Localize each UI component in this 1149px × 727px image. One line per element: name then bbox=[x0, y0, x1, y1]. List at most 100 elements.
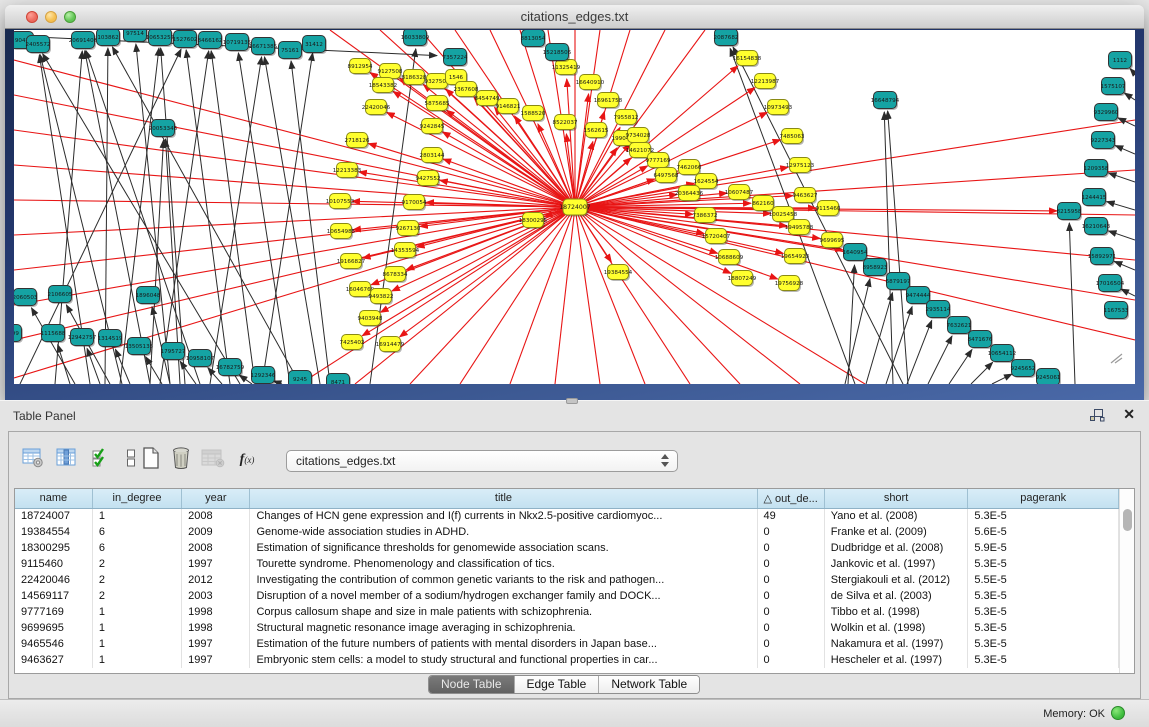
column-header-out_de[interactable]: △ out_de... bbox=[757, 489, 824, 508]
node-label: 13505135 bbox=[125, 344, 154, 350]
delete-attributes-icon[interactable] bbox=[169, 446, 193, 472]
table-cell: 5.3E-5 bbox=[968, 604, 1119, 620]
node-label: 16640910 bbox=[576, 80, 605, 86]
node-label: 97514 bbox=[126, 31, 144, 37]
chevron-up-down-icon bbox=[661, 454, 670, 470]
node-label: 1292346 bbox=[251, 373, 276, 379]
table-row[interactable]: 946554611997Estimation of the future num… bbox=[15, 636, 1119, 652]
attribute-batch-icon[interactable] bbox=[89, 446, 113, 472]
node-label: 1896048 bbox=[136, 293, 161, 299]
panel-splitter-handle[interactable] bbox=[566, 398, 578, 404]
node-label: 2087682 bbox=[714, 35, 739, 41]
memory-ok-indicator[interactable] bbox=[1111, 706, 1125, 720]
graph-edge bbox=[888, 111, 908, 384]
graph-edge bbox=[368, 144, 575, 207]
table-cell: 2003 bbox=[182, 588, 250, 604]
node-label: 19654923 bbox=[781, 254, 810, 260]
column-header-short[interactable]: short bbox=[824, 489, 968, 508]
node-label: 7386372 bbox=[693, 213, 718, 219]
table-row[interactable]: 1872400712008Changes of HCN gene express… bbox=[15, 508, 1119, 524]
node-label: 8958923 bbox=[863, 265, 888, 271]
node-label: 1527602 bbox=[173, 37, 198, 43]
table-row[interactable]: 1456911722003Disruption of a novel membe… bbox=[15, 588, 1119, 604]
table-selector-value: citations_edges.txt bbox=[296, 454, 395, 468]
column-header-pagerank[interactable]: pagerank bbox=[968, 489, 1119, 508]
node-label: 9127508 bbox=[378, 69, 403, 75]
table-selector-dropdown[interactable]: citations_edges.txt bbox=[286, 450, 678, 472]
node-label: 7425402 bbox=[340, 340, 365, 346]
network-canvas[interactable]: 8912954912750818543382818632893275081546… bbox=[14, 30, 1135, 384]
node-label: 862160 bbox=[752, 201, 774, 207]
table-cell: Changes of HCN gene expression and I(f) … bbox=[250, 508, 757, 524]
column-header-name[interactable]: name bbox=[15, 489, 92, 508]
graph-edge bbox=[410, 207, 575, 384]
column-visibility-icon[interactable] bbox=[55, 446, 79, 472]
table-cell: 1 bbox=[92, 604, 181, 620]
table-vertical-scrollbar[interactable] bbox=[1119, 489, 1134, 673]
node-label: 20364436 bbox=[675, 191, 704, 197]
node-label: 16671385 bbox=[249, 44, 278, 50]
node-label: 10688609 bbox=[715, 255, 744, 261]
node-label: 9699695 bbox=[820, 238, 845, 244]
node-label: 9242845 bbox=[420, 124, 445, 130]
node-label: 33199 bbox=[14, 331, 19, 337]
table-row[interactable]: 1830029562008Estimation of significance … bbox=[15, 540, 1119, 556]
node-label: 6497568 bbox=[654, 173, 679, 179]
table-cell: 5.9E-5 bbox=[968, 540, 1119, 556]
node-label: 2803144 bbox=[420, 153, 445, 159]
node-label: 7485063 bbox=[780, 134, 805, 140]
table-cell: 5.3E-5 bbox=[968, 508, 1119, 524]
table-row[interactable]: 969969511998Structural magnetic resonanc… bbox=[15, 620, 1119, 636]
table-cell: 18724007 bbox=[15, 508, 92, 524]
tab-network-table[interactable]: Network Table bbox=[599, 676, 699, 693]
node-label: 19756928 bbox=[775, 281, 804, 287]
table-cell: 1 bbox=[92, 652, 181, 668]
column-header-year[interactable]: year bbox=[182, 489, 250, 508]
canvas-resize-grip[interactable] bbox=[1109, 352, 1123, 364]
table-row[interactable]: 911546021997Tourette syndrome. Phenomeno… bbox=[15, 556, 1119, 572]
node-label: 8912954 bbox=[348, 64, 373, 70]
function-builder-icon[interactable]: f(x) bbox=[235, 446, 259, 472]
graph-edge bbox=[146, 357, 162, 384]
table-settings-icon[interactable] bbox=[21, 446, 45, 472]
graph-edge bbox=[1121, 289, 1135, 296]
delete-table-icon[interactable] bbox=[201, 446, 225, 472]
table-cell: Disruption of a novel member of a sodium… bbox=[250, 588, 757, 604]
close-icon[interactable]: ✕ bbox=[1123, 406, 1135, 423]
graph-edge bbox=[575, 207, 645, 384]
node-label: 9115460 bbox=[816, 206, 841, 212]
table-cell: Embryonic stem cells: a model to study s… bbox=[250, 652, 757, 668]
graph-edge bbox=[886, 307, 912, 384]
tab-node-table[interactable]: Node Table bbox=[429, 676, 515, 693]
table-row[interactable]: 1938455462009Genome-wide association stu… bbox=[15, 524, 1119, 540]
table-panel: Table Panel ✕ bbox=[0, 400, 1149, 699]
node-label: 7955812 bbox=[614, 115, 639, 121]
network-window-titlebar[interactable]: citations_edges.txt bbox=[5, 5, 1144, 29]
column-header-title[interactable]: title bbox=[250, 489, 757, 508]
node-label: 9403948 bbox=[358, 316, 383, 322]
node-label: 1314519 bbox=[98, 336, 123, 342]
scrollbar-thumb[interactable] bbox=[1123, 509, 1132, 531]
new-table-icon[interactable] bbox=[139, 446, 163, 472]
column-header-in_degree[interactable]: in_degree bbox=[92, 489, 181, 508]
table-row[interactable]: 977716911998Corpus callosum shape and si… bbox=[15, 604, 1119, 620]
graph-edge bbox=[1124, 93, 1135, 100]
table-cell: 1 bbox=[92, 620, 181, 636]
table-cell: 2008 bbox=[182, 508, 250, 524]
table-cell: 5.3E-5 bbox=[968, 588, 1119, 604]
table-row[interactable]: 2242004622012Investigating the contribut… bbox=[15, 572, 1119, 588]
float-window-icon[interactable] bbox=[1090, 409, 1105, 422]
node-label: 8215958 bbox=[1057, 209, 1082, 215]
node-label: 15720407 bbox=[702, 234, 731, 240]
node-label: 8678334 bbox=[383, 272, 408, 278]
table-cell: Genome-wide association studies in ADHD. bbox=[250, 524, 757, 540]
table-row[interactable]: 946362711997Embryonic stem cells: a mode… bbox=[15, 652, 1119, 668]
node-label: 2935114 bbox=[926, 307, 951, 313]
node-label: 1112 bbox=[1113, 58, 1127, 64]
graph-edge bbox=[160, 51, 209, 384]
citation-graph[interactable]: 8912954912750818543382818632893275081546… bbox=[14, 30, 1135, 384]
node-label: 12213987 bbox=[751, 79, 780, 85]
tab-edge-table[interactable]: Edge Table bbox=[515, 676, 600, 693]
table-cell: 5.3E-5 bbox=[968, 620, 1119, 636]
node-label: 103862 bbox=[97, 35, 118, 41]
